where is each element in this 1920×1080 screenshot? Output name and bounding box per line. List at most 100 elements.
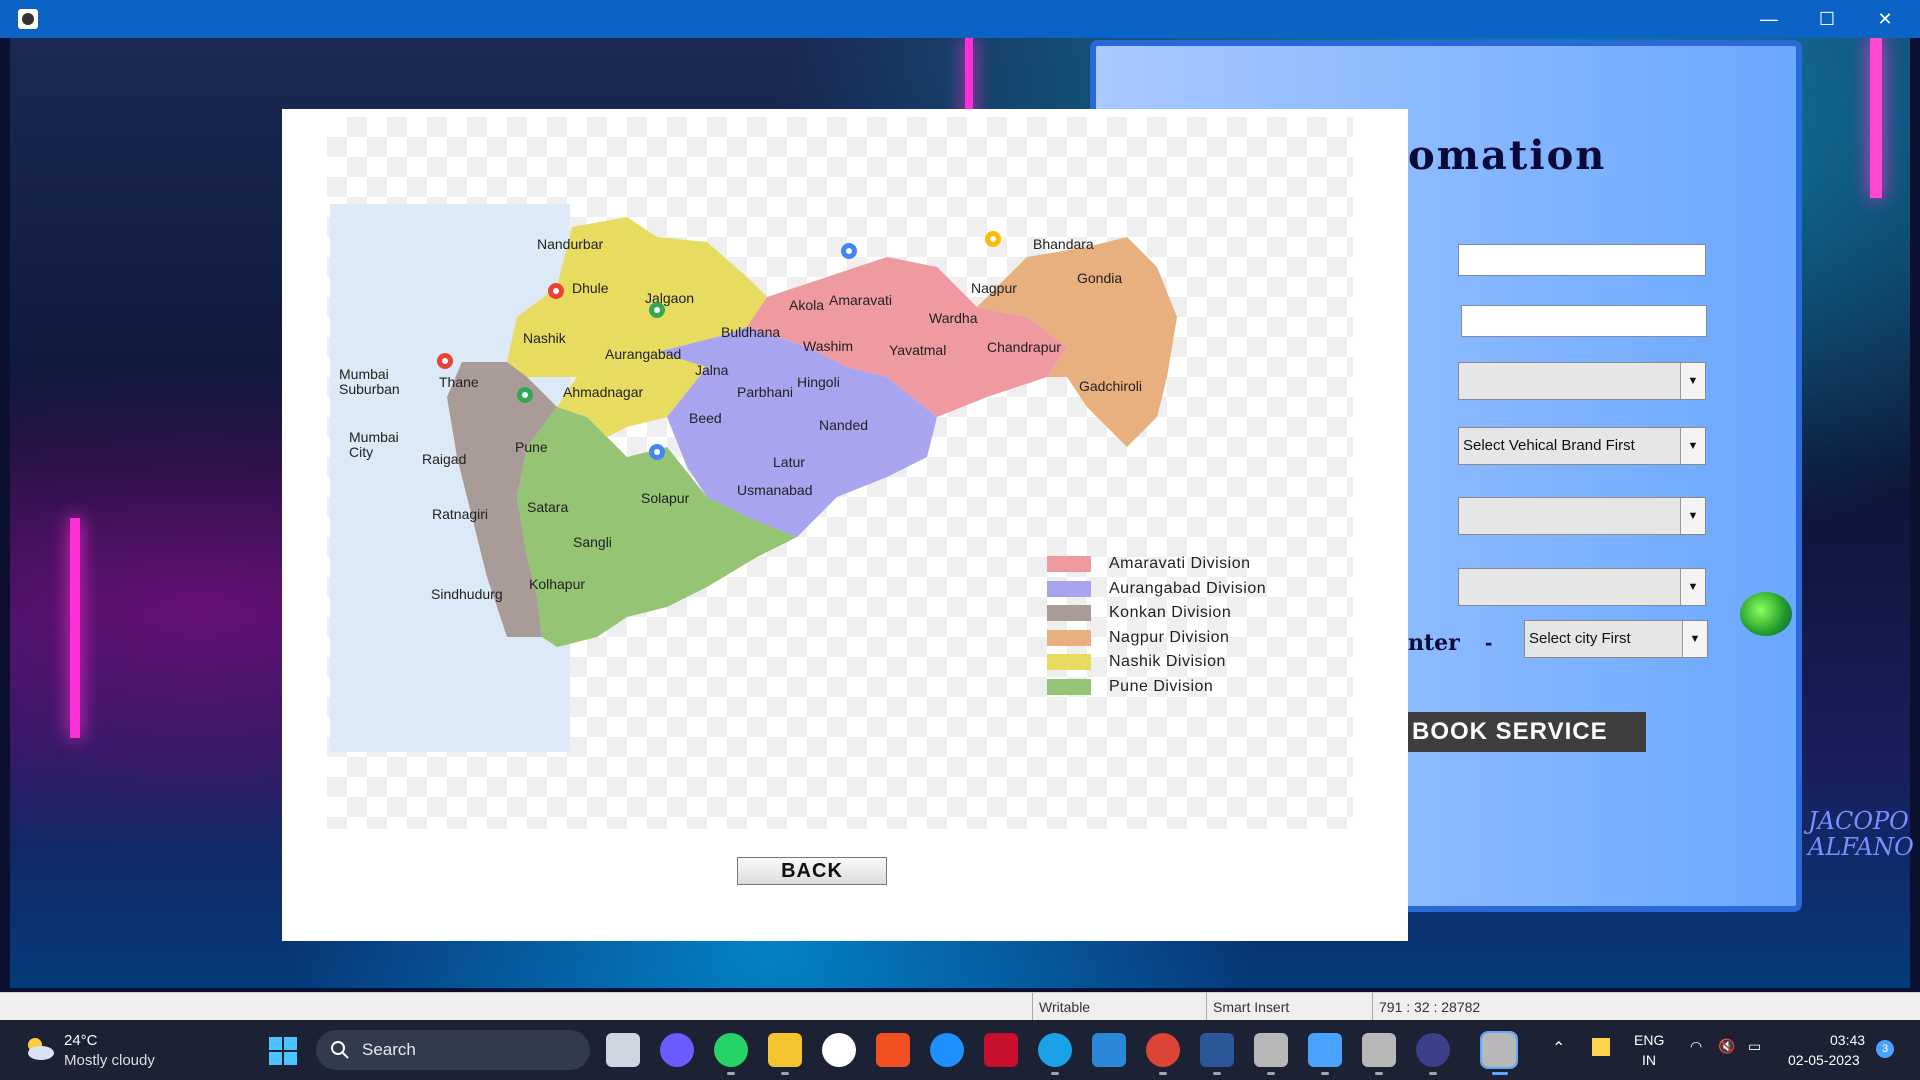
edge-browser-icon[interactable] <box>1038 1033 1072 1067</box>
district-label: Thane <box>439 374 479 390</box>
district-label: Amaravati <box>829 292 892 308</box>
status-cursor-position: 791 : 32 : 28782 <box>1372 993 1529 1021</box>
legend-item: Amaravati Division <box>1047 552 1266 577</box>
legend-swatch <box>1047 629 1091 646</box>
district-label: Sindhudurg <box>431 586 503 602</box>
chrome-icon[interactable] <box>1146 1033 1180 1067</box>
running-indicator <box>1321 1072 1329 1075</box>
chevron-up-icon[interactable]: ⌃ <box>1552 1038 1565 1058</box>
language-region[interactable]: IN <box>1642 1052 1656 1068</box>
mcafee-icon[interactable] <box>984 1033 1018 1067</box>
battery-icon[interactable]: ▭ <box>1748 1038 1761 1055</box>
legend-item: Pune Division <box>1047 675 1266 700</box>
service-center-dropdown[interactable]: Select city First ▼ <box>1524 620 1708 658</box>
legend-label: Nashik Division <box>1109 653 1226 671</box>
app-icon-circle[interactable] <box>822 1033 856 1067</box>
text-field-1[interactable] <box>1458 244 1706 276</box>
signature-line: ALFANO <box>1808 833 1914 861</box>
help-icon[interactable] <box>930 1033 964 1067</box>
legend-label: Nagpur Division <box>1109 628 1230 646</box>
chevron-down-icon[interactable]: ▼ <box>1680 569 1705 605</box>
java-app-icon-active[interactable] <box>1480 1031 1518 1069</box>
district-label: Bhandara <box>1033 236 1094 252</box>
district-label: Aurangabad <box>605 346 681 362</box>
notepad-icon[interactable] <box>1308 1033 1342 1067</box>
weather-cloudy-icon[interactable] <box>22 1034 56 1062</box>
notification-badge[interactable]: 3 <box>1876 1040 1894 1058</box>
district-label: Yavatmal <box>889 342 946 358</box>
vehicle-brand-dropdown[interactable]: ▼ <box>1458 362 1706 400</box>
status-writable: Writable <box>1032 993 1151 1021</box>
clock-date[interactable]: 02-05-2023 <box>1788 1052 1860 1068</box>
java-app-icon[interactable] <box>1254 1033 1288 1067</box>
service-center-placeholder: Select city First <box>1529 630 1631 647</box>
running-indicator <box>1213 1072 1221 1075</box>
map-pin-icon <box>985 231 1001 247</box>
globe-icon[interactable] <box>1740 592 1792 636</box>
whatsapp-icon[interactable] <box>714 1033 748 1067</box>
map-pin-icon <box>649 302 665 318</box>
map-pin-icon <box>649 444 665 460</box>
neon-light <box>1870 38 1882 198</box>
running-indicator <box>1429 1072 1437 1075</box>
photos-icon[interactable] <box>1092 1033 1126 1067</box>
taskbar-search-label[interactable]: Search <box>362 1040 416 1060</box>
running-indicator <box>1267 1072 1275 1075</box>
speaker-muted-icon[interactable]: 🔇 <box>1718 1038 1735 1055</box>
language-indicator[interactable]: ENG <box>1634 1032 1664 1048</box>
district-label: Satara <box>527 499 568 515</box>
back-button[interactable]: BACK <box>737 857 887 885</box>
wifi-icon[interactable]: ◠ <box>1690 1038 1702 1055</box>
dropdown-3[interactable]: ▼ <box>1458 497 1706 535</box>
signature-line: JACOPO <box>1808 807 1909 835</box>
district-label: Ratnagiri <box>432 506 488 522</box>
map-pin-icon <box>437 353 453 369</box>
map-pin-icon <box>548 283 564 299</box>
map-pin-icon <box>841 243 857 259</box>
chevron-down-icon[interactable]: ▼ <box>1680 363 1705 399</box>
tray-app-icon[interactable] <box>1592 1038 1610 1056</box>
map-dialog: Nandurbar Dhule Jalgaon Nashik Aurangaba… <box>282 109 1408 941</box>
window-title-bar: — ☐ ✕ <box>0 0 1920 38</box>
district-label: Ahmadnagar <box>563 384 644 400</box>
district-label: Nandurbar <box>537 236 603 252</box>
java-app-icon[interactable] <box>1362 1033 1396 1067</box>
legend-swatch <box>1047 605 1091 622</box>
taskbar-search-box[interactable] <box>316 1030 590 1070</box>
text-field-2[interactable] <box>1461 305 1707 337</box>
dropdown-4[interactable]: ▼ <box>1458 568 1706 606</box>
file-explorer-icon[interactable] <box>768 1033 802 1067</box>
district-label: Wardha <box>929 310 978 326</box>
eclipse-icon[interactable] <box>1416 1033 1450 1067</box>
book-service-button[interactable]: BOOK SERVICE <box>1408 712 1646 752</box>
maharashtra-map: Nandurbar Dhule Jalgaon Nashik Aurangaba… <box>327 117 1353 829</box>
close-button[interactable]: ✕ <box>1856 0 1914 38</box>
running-indicator <box>1051 1072 1059 1075</box>
weather-temperature[interactable]: 24°C <box>64 1032 98 1049</box>
task-view-icon[interactable] <box>606 1033 640 1067</box>
legend-swatch <box>1047 580 1091 597</box>
district-label: Chandrapur <box>987 339 1061 355</box>
word-icon[interactable] <box>1200 1033 1234 1067</box>
map-svg: Nandurbar Dhule Jalgaon Nashik Aurangaba… <box>330 204 1177 752</box>
district-label: Nashik <box>523 330 567 346</box>
chevron-down-icon[interactable]: ▼ <box>1682 621 1707 657</box>
district-label: Akola <box>789 297 824 313</box>
district-label: Nanded <box>819 417 868 433</box>
legend-label: Konkan Division <box>1109 604 1232 622</box>
app-icon[interactable] <box>18 9 38 29</box>
legend-label: Aurangabad Division <box>1109 579 1267 597</box>
district-label: Usmanabad <box>737 482 813 498</box>
teams-chat-icon[interactable] <box>660 1033 694 1067</box>
chevron-down-icon[interactable]: ▼ <box>1680 498 1705 534</box>
weather-description[interactable]: Mostly cloudy <box>64 1052 155 1069</box>
microsoft-store-icon[interactable] <box>876 1033 910 1067</box>
map-legend: Amaravati Division Aurangabad Division Kon… <box>1047 552 1266 699</box>
maximize-button[interactable]: ☐ <box>1798 0 1856 38</box>
windows-start-icon[interactable] <box>268 1036 298 1066</box>
vehicle-model-dropdown[interactable]: Select Vehical Brand First ▼ <box>1458 427 1706 465</box>
clock-time[interactable]: 03:43 <box>1830 1032 1865 1048</box>
running-indicator <box>1375 1072 1383 1075</box>
chevron-down-icon[interactable]: ▼ <box>1680 428 1705 464</box>
minimize-button[interactable]: — <box>1740 0 1798 38</box>
